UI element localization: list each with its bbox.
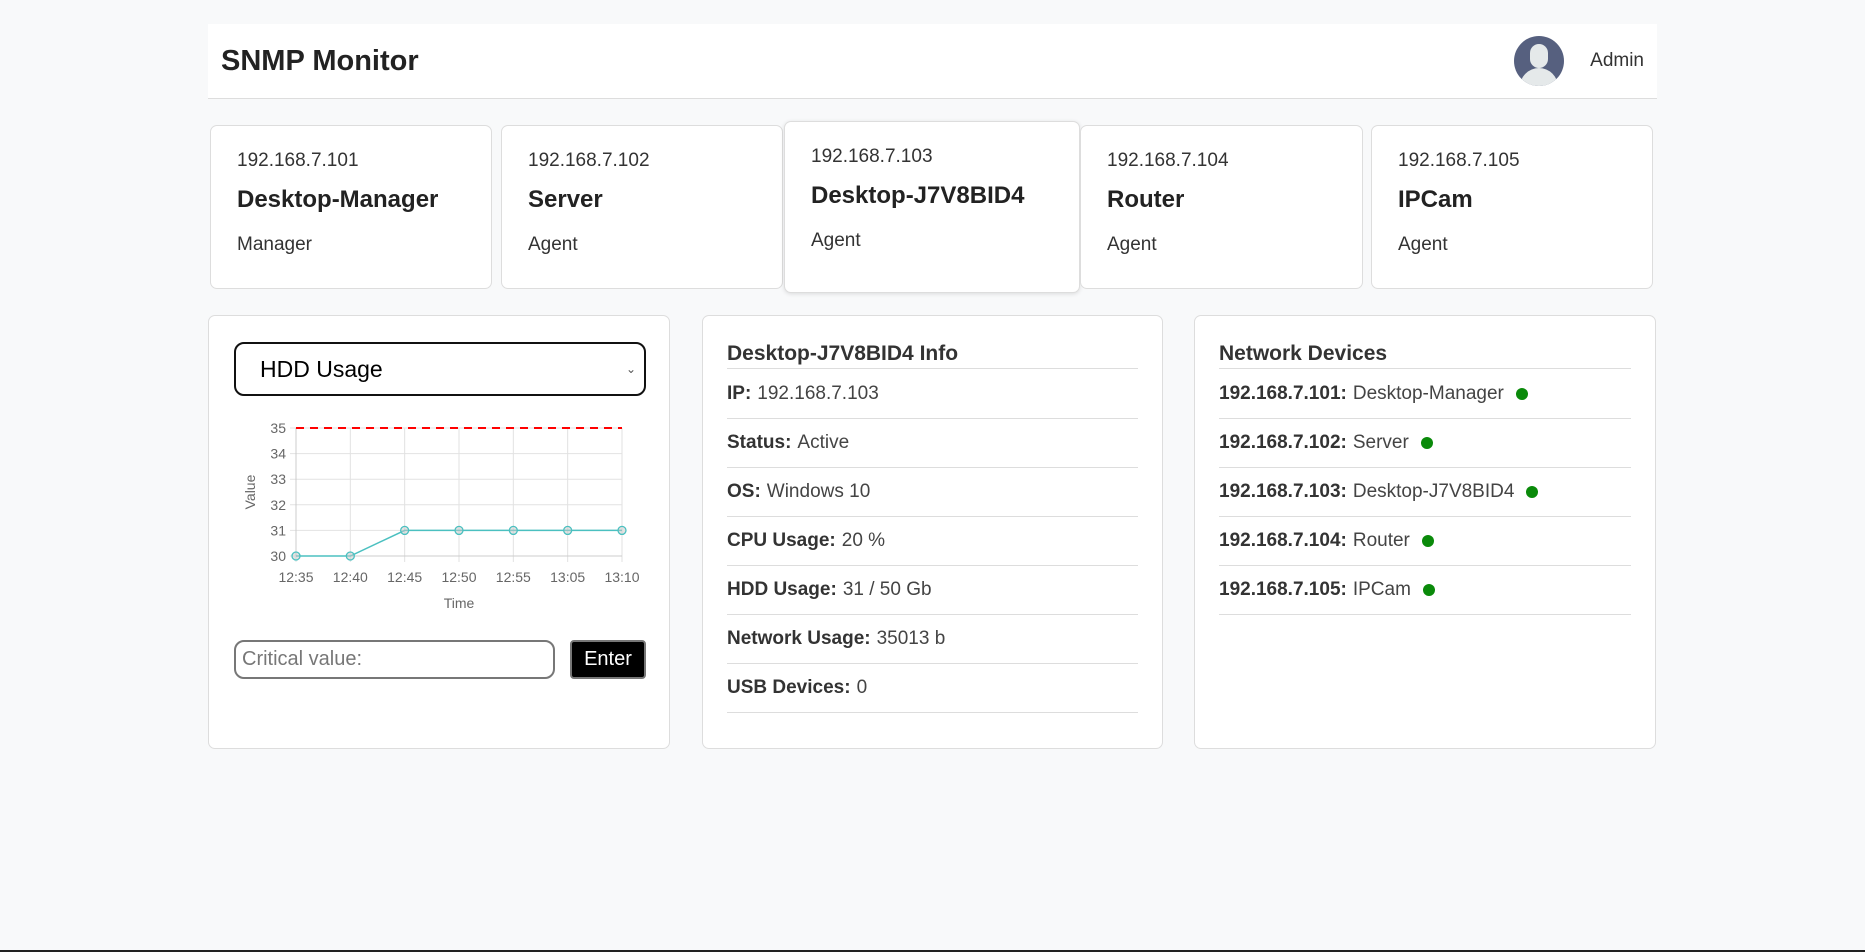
device-ip: 192.168.7.102: [528, 150, 650, 171]
network-device-ip: 192.168.7.103:: [1219, 481, 1347, 502]
status-dot-icon: [1422, 584, 1435, 596]
info-row: Status: Active: [727, 419, 1138, 468]
x-tick-label: 12:40: [333, 569, 368, 585]
info-value: 20 %: [841, 530, 886, 551]
device-ip: 192.168.7.103: [811, 146, 933, 167]
device-info-panel: Desktop-J7V8BID4 Info IP: 192.168.7.103 St…: [702, 315, 1163, 749]
x-tick-label: 12:50: [441, 569, 476, 585]
status-dot-icon: [1515, 388, 1528, 400]
metric-select[interactable]: HDD Usage ⌄: [234, 342, 646, 396]
x-axis-label: Time: [444, 595, 475, 611]
info-row: CPU Usage: 20 %: [727, 517, 1138, 566]
device-card[interactable]: 192.168.7.102 Server Agent: [501, 125, 783, 289]
info-row: IP: 192.168.7.103: [727, 370, 1138, 419]
network-device-name: Router: [1352, 530, 1410, 551]
network-devices-panel: Network Devices 192.168.7.101: Desktop-Ma…: [1194, 315, 1656, 749]
device-ip: 192.168.7.101: [237, 150, 359, 171]
data-point: [563, 525, 573, 536]
app-title: SNMP Monitor: [221, 44, 419, 77]
avatar-icon[interactable]: [1514, 36, 1565, 86]
network-device-name: IPCam: [1352, 579, 1411, 600]
device-role: Agent: [1398, 234, 1448, 255]
header: SNMP Monitor Admin: [208, 24, 1657, 99]
info-label: OS:: [727, 481, 761, 502]
network-device-item[interactable]: 192.168.7.104: Router: [1219, 517, 1631, 566]
x-tick-label: 13:05: [550, 569, 585, 585]
info-label: CPU Usage:: [727, 530, 836, 551]
info-value: 192.168.7.103: [757, 383, 879, 404]
device-ip: 192.168.7.105: [1398, 150, 1520, 171]
device-ip: 192.168.7.104: [1107, 150, 1229, 171]
info-label: USB Devices:: [727, 677, 851, 698]
device-name: Router: [1107, 186, 1185, 213]
network-device-ip: 192.168.7.101:: [1219, 383, 1347, 404]
device-role: Agent: [811, 230, 861, 251]
info-row: Network Usage: 35013 b: [727, 615, 1138, 664]
y-tick-label: 30: [270, 548, 286, 564]
info-label: Status:: [727, 432, 792, 453]
y-tick-label: 31: [270, 522, 286, 538]
device-card-selected[interactable]: 192.168.7.103 Desktop-J7V8BID4 Agent: [784, 121, 1080, 293]
info-label: HDD Usage:: [727, 579, 837, 600]
network-device-ip: 192.168.7.102:: [1219, 432, 1347, 453]
device-card[interactable]: 192.168.7.104 Router Agent: [1080, 125, 1363, 289]
data-point: [617, 525, 627, 536]
device-name: Desktop-Manager: [237, 186, 439, 213]
device-name: IPCam: [1398, 186, 1473, 213]
x-tick-label: 13:10: [604, 569, 639, 585]
critical-value-input[interactable]: [234, 640, 555, 679]
info-label: Network Usage:: [727, 628, 871, 649]
network-device-item[interactable]: 192.168.7.105: IPCam: [1219, 566, 1631, 615]
user-name[interactable]: Admin: [1590, 50, 1644, 72]
device-role: Manager: [237, 234, 312, 255]
network-device-name: Server: [1352, 432, 1409, 453]
enter-button[interactable]: Enter: [570, 640, 646, 679]
data-point: [291, 551, 301, 561]
chevron-down-icon: ⌄: [625, 362, 636, 376]
info-value: Windows 10: [766, 481, 871, 502]
info-row: HDD Usage: 31 / 50 Gb: [727, 566, 1138, 615]
device-name: Desktop-J7V8BID4: [811, 182, 1025, 209]
y-axis-label: Value: [242, 474, 258, 509]
x-tick-label: 12:45: [387, 569, 422, 585]
data-point: [508, 525, 518, 536]
device-name: Server: [528, 186, 603, 213]
status-dot-icon: [1526, 486, 1539, 498]
network-title: Network Devices: [1219, 342, 1631, 369]
x-tick-label: 12:35: [278, 569, 313, 585]
network-device-ip: 192.168.7.104:: [1219, 530, 1347, 551]
y-tick-label: 33: [270, 471, 286, 487]
network-device-item[interactable]: 192.168.7.101: Desktop-Manager: [1219, 370, 1631, 419]
y-tick-label: 34: [270, 446, 286, 462]
network-device-name: Desktop-Manager: [1352, 383, 1504, 404]
device-card[interactable]: 192.168.7.101 Desktop-Manager Manager: [210, 125, 492, 289]
data-point: [345, 551, 355, 561]
data-point: [454, 525, 464, 536]
chart-panel: HDD Usage ⌄ 30 31 32 33 34 35 12:35 12:40 12:45 1…: [208, 315, 670, 749]
info-value: Active: [797, 432, 850, 453]
y-tick-label: 32: [270, 497, 286, 513]
status-dot-icon: [1420, 437, 1433, 449]
info-label: IP:: [727, 383, 752, 404]
data-point: [400, 525, 410, 536]
info-title: Desktop-J7V8BID4 Info: [727, 342, 1138, 369]
metric-select-value: HDD Usage: [260, 355, 383, 382]
info-value: 35013 b: [876, 628, 946, 649]
info-value: 0: [856, 677, 868, 698]
x-tick-label: 12:55: [496, 569, 531, 585]
network-device-item[interactable]: 192.168.7.102: Server: [1219, 419, 1631, 468]
network-device-item[interactable]: 192.168.7.103: Desktop-J7V8BID4: [1219, 468, 1631, 517]
device-card[interactable]: 192.168.7.105 IPCam Agent: [1371, 125, 1653, 289]
status-dot-icon: [1421, 535, 1434, 547]
info-row: USB Devices: 0: [727, 664, 1138, 713]
device-role: Agent: [1107, 234, 1157, 255]
network-device-ip: 192.168.7.105:: [1219, 579, 1347, 600]
device-role: Agent: [528, 234, 578, 255]
y-tick-label: 35: [270, 420, 286, 436]
info-value: 31 / 50 Gb: [842, 579, 932, 600]
info-row: OS: Windows 10: [727, 468, 1138, 517]
network-device-name: Desktop-J7V8BID4: [1352, 481, 1515, 502]
